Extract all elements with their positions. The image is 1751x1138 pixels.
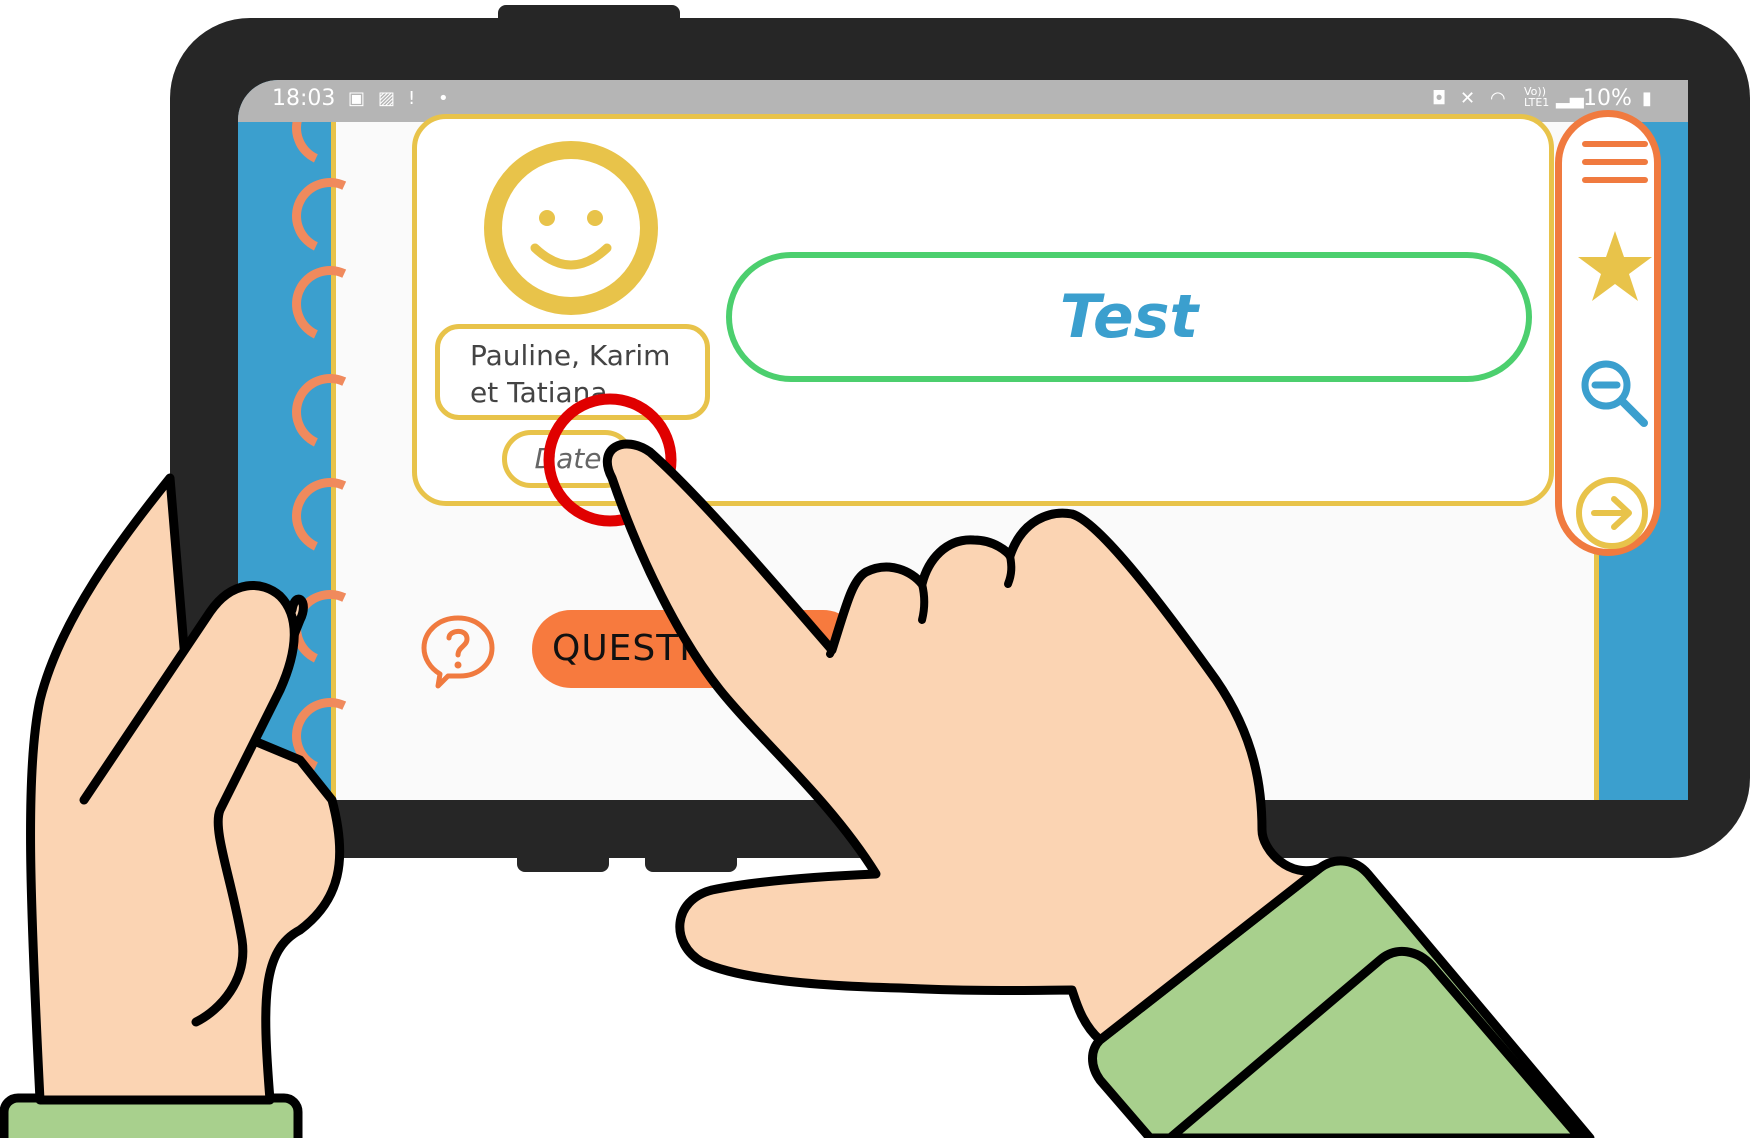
next-arrow-icon[interactable] [1572, 473, 1652, 553]
notification-icon: ▣ [348, 88, 366, 109]
signal-icon: ▂▄ [1556, 88, 1584, 109]
zoom-out-icon[interactable] [1578, 357, 1650, 429]
title-field[interactable]: Test [726, 252, 1532, 382]
volte-icon: Vo)) LTE1 [1524, 85, 1550, 109]
dot-icon: • [438, 88, 449, 109]
left-sleeve [0, 1093, 303, 1138]
tablet-volume-button [517, 840, 609, 872]
participants-line-1: Pauline, Karim [470, 339, 671, 372]
mute-icon: ✕ [1460, 88, 1476, 109]
participants-field[interactable]: Pauline, Karim et Tatiana [435, 324, 710, 420]
date-field[interactable]: Date [502, 430, 634, 488]
tablet-volume-button [645, 840, 737, 872]
tablet-screen: 18:03 ▣ ▨ ! • ◘ ✕ ◠ Vo)) LTE1 ▂▄ 10% ▮ P… [238, 80, 1688, 800]
battery-icon: ▮ [1642, 88, 1652, 109]
question-button[interactable]: QUESTIO [532, 610, 862, 688]
status-time: 18:03 [272, 86, 336, 111]
right-sleeve [1088, 856, 1595, 1138]
alert-icon: ! [408, 88, 416, 109]
star-icon[interactable] [1576, 227, 1654, 305]
battery-saver-icon: ◘ [1432, 88, 1447, 109]
participants-line-2: et Tatiana [470, 376, 608, 409]
side-menu [1555, 110, 1661, 556]
wifi-icon: ◠ [1490, 88, 1506, 109]
image-icon: ▨ [378, 88, 396, 109]
smiley-icon[interactable] [483, 140, 659, 316]
right-sleeve-cuff [1165, 946, 1585, 1138]
question-bubble-icon[interactable] [418, 610, 498, 690]
battery-percent: 10% [1583, 86, 1632, 111]
menu-icon[interactable] [1582, 141, 1648, 187]
